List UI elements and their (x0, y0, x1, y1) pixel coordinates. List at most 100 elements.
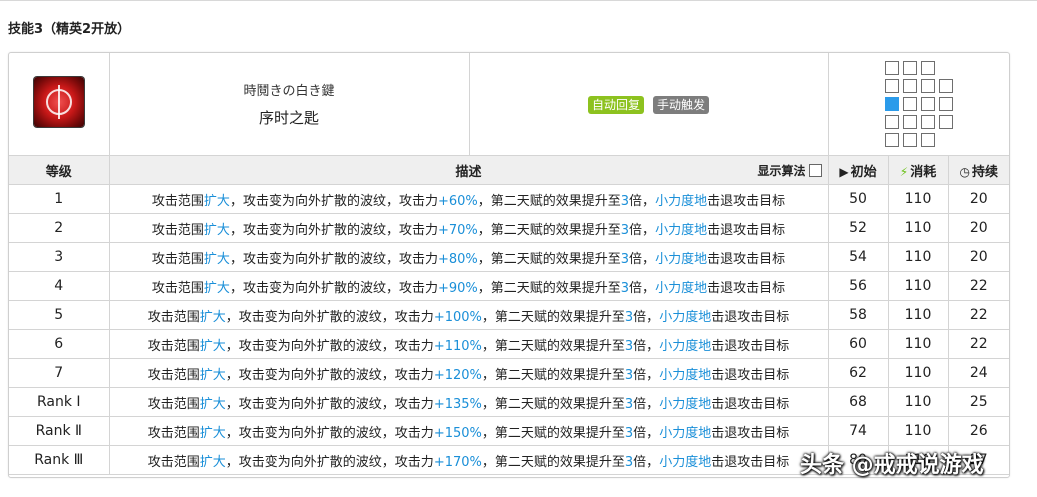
desc-atk-value: +110% (433, 338, 482, 354)
desc-times-value: 3 (624, 367, 634, 383)
skill-panel: 時鬩きの白き鍵 序时之匙 自动回复 手动触发 等级 描述 显示算法 ▶ 初始 ⚡ 消… (8, 52, 1010, 478)
range-cell (902, 79, 917, 93)
desc-text: 击退攻击目标 (711, 309, 790, 325)
desc-text: 攻击范围 (151, 280, 204, 296)
range-empty-cell (939, 61, 951, 73)
row-cost: 110 (887, 329, 949, 359)
desc-times-value: 3 (624, 396, 634, 412)
range-empty-cell (939, 133, 951, 145)
desc-text: 击退攻击目标 (711, 425, 790, 441)
clock-icon: ◷ (959, 164, 970, 179)
range-cell (938, 79, 953, 93)
range-cell (920, 115, 935, 129)
row-cost: 110 (887, 387, 949, 417)
desc-times-value: 3 (624, 338, 634, 354)
desc-text: 击退攻击目标 (707, 193, 786, 209)
desc-text: ，攻击变为向外扩散的波纹，攻击力 (229, 280, 438, 296)
row-level: 1 (9, 184, 110, 214)
desc-times-value: 3 (624, 425, 634, 441)
desc-text: 攻击范围 (147, 367, 200, 383)
desc-keyword: 小力度地 (659, 396, 712, 412)
lightning-icon: ⚡ (899, 164, 909, 179)
desc-times-value: 3 (620, 251, 630, 267)
range-cell (938, 115, 953, 129)
table-row: 4 攻击范围扩大，攻击变为向外扩散的波纹，攻击力+90%，第二天赋的效果提升至3倍… (9, 271, 1009, 301)
range-cell (902, 97, 917, 111)
desc-text: ，攻击变为向外扩散的波纹，攻击力 (225, 309, 434, 325)
desc-keyword: 小力度地 (655, 280, 708, 296)
row-description: 攻击范围扩大，攻击变为向外扩散的波纹，攻击力+150%，第二天赋的效果提升至3倍… (108, 416, 829, 446)
desc-atk-value: +120% (433, 367, 482, 383)
desc-text: 倍， (629, 280, 656, 296)
desc-times-value: 3 (620, 222, 630, 238)
desc-text: ，第二天赋的效果提升至 (481, 454, 625, 470)
desc-keyword: 扩大 (203, 280, 230, 296)
row-level: 2 (9, 213, 110, 243)
row-cost: 110 (887, 358, 949, 388)
desc-keyword: 小力度地 (659, 338, 712, 354)
row-description: 攻击范围扩大，攻击变为向外扩散的波纹，攻击力+170%，第二天赋的效果提升至3倍… (108, 445, 829, 475)
desc-keyword: 扩大 (199, 338, 226, 354)
range-cell (902, 61, 917, 75)
desc-keyword: 扩大 (203, 251, 230, 267)
range-cell (884, 115, 899, 129)
desc-atk-value: +100% (433, 309, 482, 325)
desc-atk-value: +170% (433, 454, 482, 470)
range-cell (902, 115, 917, 129)
desc-keyword: 小力度地 (659, 309, 712, 325)
row-initial: 52 (827, 213, 889, 243)
desc-text: 击退攻击目标 (711, 338, 790, 354)
table-row: 7 攻击范围扩大，攻击变为向外扩散的波纹，攻击力+120%，第二天赋的效果提升至3… (9, 358, 1009, 388)
show-algo-label: 显示算法 (757, 164, 806, 178)
col-description: 描述 显示算法 (108, 155, 829, 185)
desc-atk-value: +80% (437, 251, 478, 267)
desc-text: 击退攻击目标 (707, 280, 786, 296)
row-description: 攻击范围扩大，攻击变为向外扩散的波纹，攻击力+135%，第二天赋的效果提升至3倍… (108, 387, 829, 417)
row-level: 5 (9, 300, 110, 330)
range-cell (938, 97, 953, 111)
table-row: 6 攻击范围扩大，攻击变为向外扩散的波纹，攻击力+110%，第二天赋的效果提升至3… (9, 329, 1009, 359)
desc-text: ，第二天赋的效果提升至 (481, 338, 625, 354)
desc-keyword: 扩大 (203, 222, 230, 238)
range-cell (920, 97, 935, 111)
row-cost: 110 (887, 242, 949, 272)
row-cost: 110 (887, 213, 949, 243)
desc-text: ，第二天赋的效果提升至 (481, 396, 625, 412)
attack-range-grid (884, 61, 953, 147)
desc-text: ，第二天赋的效果提升至 (477, 251, 621, 267)
table-row: 5 攻击范围扩大，攻击变为向外扩散的波纹，攻击力+100%，第二天赋的效果提升至3… (9, 300, 1009, 330)
row-duration: 22 (947, 329, 1009, 359)
row-initial: 54 (827, 242, 889, 272)
show-algo-toggle[interactable]: 显示算法 (757, 162, 822, 179)
desc-times-value: 3 (624, 309, 634, 325)
desc-atk-value: +60% (437, 193, 478, 209)
top-divider (0, 0, 1037, 1)
range-cell (920, 79, 935, 93)
desc-keyword: 扩大 (203, 193, 230, 209)
desc-text: ，攻击变为向外扩散的波纹，攻击力 (225, 425, 434, 441)
desc-keyword: 小力度地 (659, 367, 712, 383)
col-level: 等级 (9, 155, 110, 185)
desc-text: ，攻击变为向外扩散的波纹，攻击力 (229, 193, 438, 209)
desc-text: 攻击范围 (147, 454, 200, 470)
trigger-badge: 手动触发 (653, 96, 710, 114)
desc-keyword: 小力度地 (655, 193, 708, 209)
desc-times-value: 3 (620, 193, 630, 209)
desc-text: 攻击范围 (147, 425, 200, 441)
desc-keyword: 小力度地 (659, 454, 712, 470)
row-description: 攻击范围扩大，攻击变为向外扩散的波纹，攻击力+70%，第二天赋的效果提升至3倍，… (108, 213, 829, 243)
row-cost: 110 (887, 416, 949, 446)
row-initial: 60 (827, 329, 889, 359)
desc-keyword: 小力度地 (655, 251, 708, 267)
desc-text: 倍， (633, 454, 660, 470)
row-level: Rank Ⅲ (9, 445, 110, 475)
table-row: Rank Ⅱ 攻击范围扩大，攻击变为向外扩散的波纹，攻击力+150%，第二天赋的效… (9, 416, 1009, 446)
row-cost: 110 (887, 300, 949, 330)
desc-keyword: 扩大 (199, 425, 226, 441)
row-level: Rank Ⅰ (9, 387, 110, 417)
desc-text: ，攻击变为向外扩散的波纹，攻击力 (225, 454, 434, 470)
show-algo-checkbox[interactable] (808, 164, 822, 177)
desc-keyword: 扩大 (199, 367, 226, 383)
desc-atk-value: +70% (437, 222, 478, 238)
desc-text: ，第二天赋的效果提升至 (477, 222, 621, 238)
